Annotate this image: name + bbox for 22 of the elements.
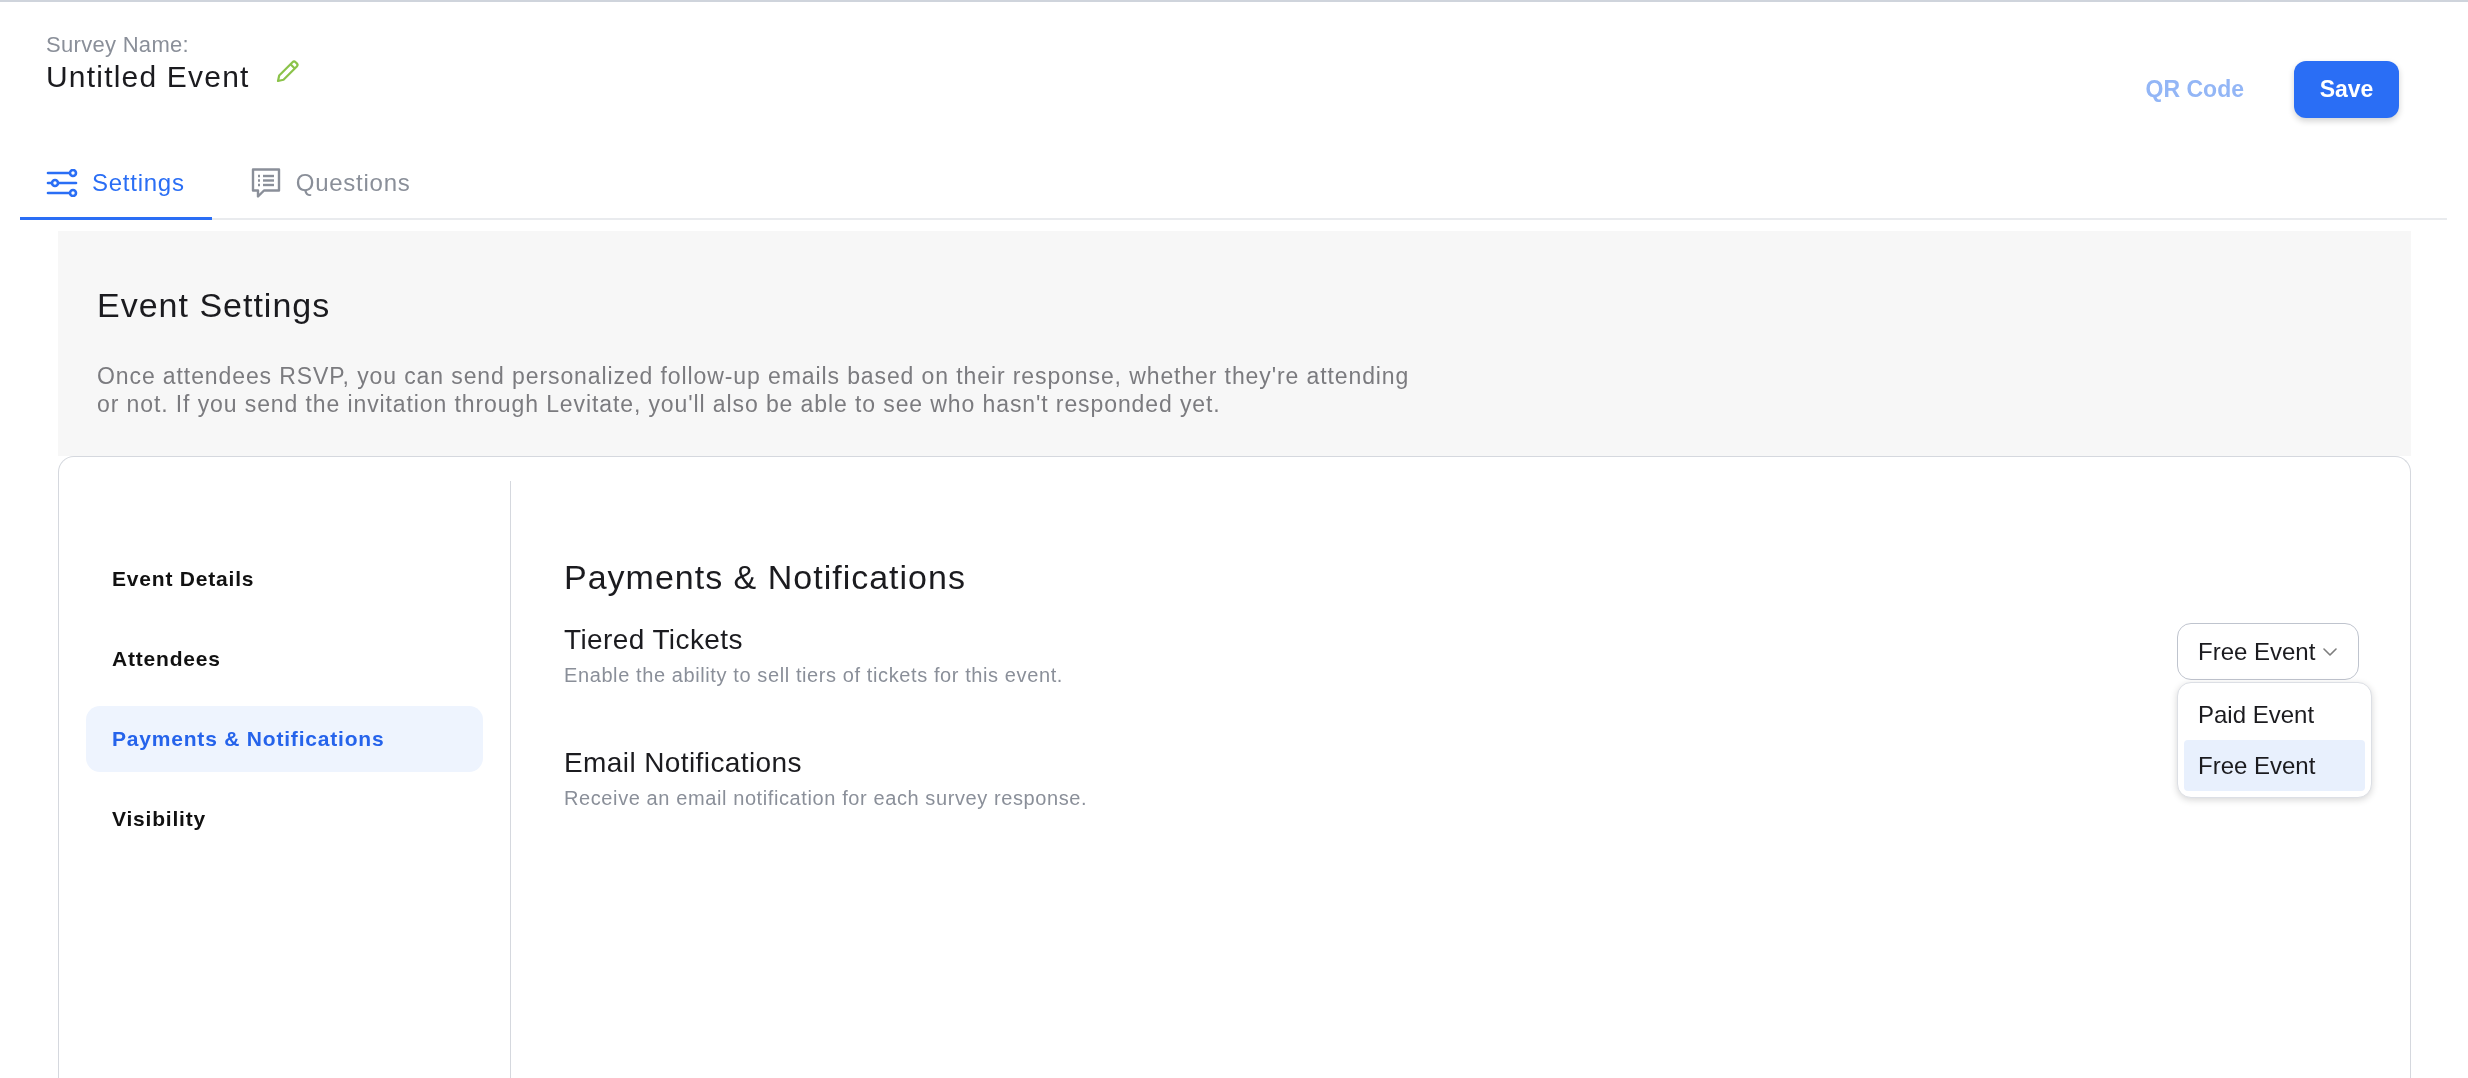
section-heading: Payments & Notifications [564, 557, 967, 597]
survey-title: Untitled Event [46, 59, 250, 95]
save-button[interactable]: Save [2294, 61, 2399, 118]
sidebar-item[interactable]: Payments & Notifications [86, 706, 483, 772]
tab[interactable]: Settings [20, 148, 212, 220]
sidebar-item[interactable]: Visibility [86, 786, 483, 852]
dropdown-option[interactable]: Free Event [2184, 740, 2365, 791]
dropdown-option[interactable]: Paid Event [2184, 689, 2365, 740]
pencil-icon[interactable] [275, 59, 300, 83]
speech-bubble-icon [249, 166, 282, 199]
panel-heading: Event Settings [97, 285, 332, 325]
chevron-down-icon [2323, 647, 2338, 656]
setting-description: Enable the ability to sell tiers of tickets for this event. [564, 663, 1063, 687]
sliders-icon [46, 168, 78, 197]
setting-title: Email Notifications [564, 746, 803, 780]
setting-title: Tiered Tickets [564, 623, 744, 657]
event-type-dropdown[interactable]: Free Event [2177, 623, 2359, 680]
panel-description: Once attendees RSVP, you can send personalized follow-up emails based on their response, whether they're attending or not. If you send the invitation through Levitate, you'll also be able to see who hasn't responded yet. [97, 362, 1411, 418]
sidebar-item[interactable]: Attendees [86, 626, 483, 692]
sidebar-item[interactable]: Event Details [86, 546, 483, 612]
setting-description: Receive an email notification for each survey response. [564, 786, 1088, 810]
survey-name-label: Survey Name: [46, 32, 190, 58]
